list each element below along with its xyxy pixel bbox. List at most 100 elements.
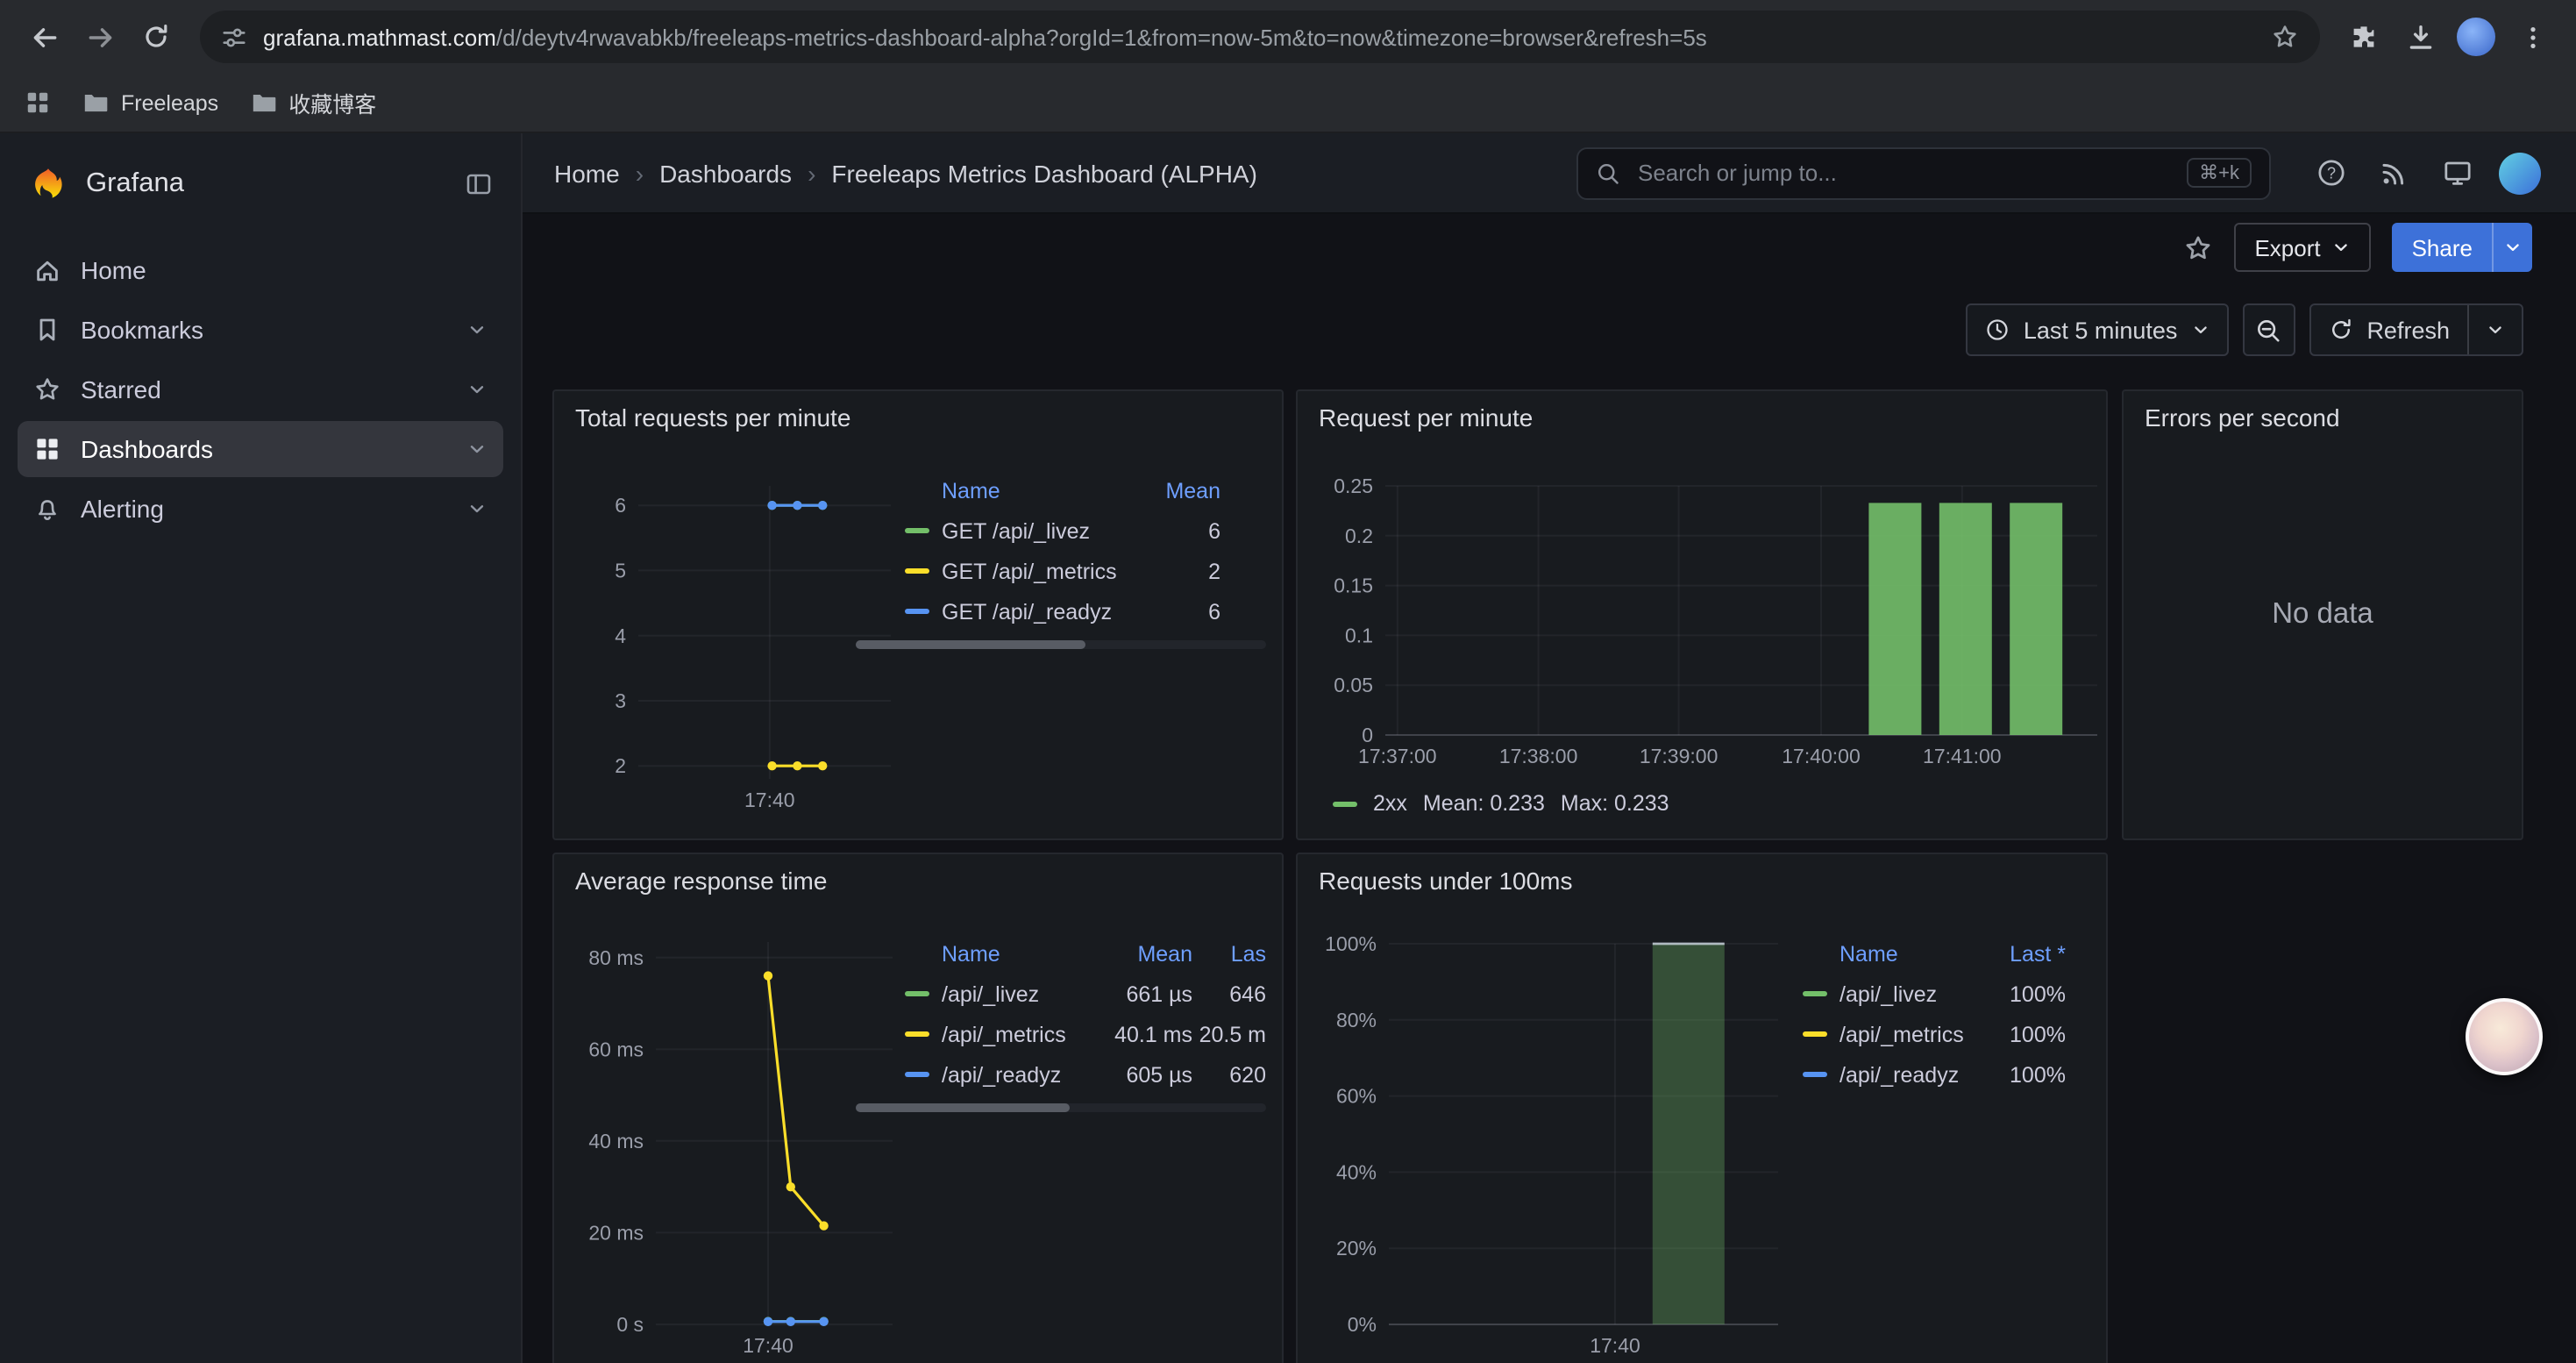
svg-text:17:40: 17:40 (1590, 1334, 1640, 1357)
panel-title[interactable]: Requests under 100ms (1319, 867, 1573, 895)
series-name[interactable]: 2xx (1373, 791, 1407, 816)
share-button[interactable]: Share (2393, 223, 2532, 272)
chevron-down-icon (466, 498, 487, 519)
sidebar-item-alerting[interactable]: Alerting (18, 481, 503, 537)
grafana-logo[interactable] (28, 164, 68, 204)
chevron-down-icon (466, 439, 487, 460)
panel-title[interactable]: Request per minute (1319, 403, 1533, 432)
bookmark-folder-freeleaps[interactable]: Freeleaps (82, 89, 218, 116)
series-swatch (1333, 801, 1357, 806)
series-name[interactable]: /api/_livez (1839, 981, 1937, 1006)
sidebar-item-bookmarks[interactable]: Bookmarks (18, 302, 503, 358)
search-input[interactable] (1634, 158, 2173, 188)
browser-menu-button[interactable] (2506, 11, 2558, 63)
bookmark-folder-blogs[interactable]: 收藏博客 (250, 86, 376, 119)
sidebar-item-label: Starred (81, 375, 161, 403)
collapse-sidebar-button[interactable] (465, 170, 493, 198)
legend-col-last[interactable]: Last * (1975, 942, 2066, 967)
search-box[interactable]: ⌘+k (1576, 146, 2271, 199)
sidebar-item-home[interactable]: Home (18, 242, 503, 298)
browser-reload-button[interactable] (130, 11, 182, 63)
url-path: /d/deytv4rwavabkb/freeleaps-metrics-dash… (496, 24, 1707, 50)
url-text: grafana.mathmast.com/d/deytv4rwavabkb/fr… (263, 24, 2255, 50)
svg-text:2: 2 (615, 754, 626, 777)
sidebar-item-label: Bookmarks (81, 316, 203, 344)
extensions-button[interactable] (2338, 11, 2390, 63)
address-bar[interactable]: grafana.mathmast.com/d/deytv4rwavabkb/fr… (200, 11, 2320, 63)
legend-row[interactable]: /api/_metrics 100% (1803, 1014, 2066, 1054)
series-last: 100% (1975, 1062, 2066, 1087)
series-name[interactable]: /api/_readyz (942, 1062, 1061, 1087)
display-button[interactable] (2432, 148, 2481, 197)
grafana-header: Home › Dashboards › Freeleaps Metrics Da… (523, 133, 2576, 214)
series-name[interactable]: /api/_readyz (1839, 1062, 1959, 1087)
sidebar-item-starred[interactable]: Starred (18, 361, 503, 417)
series-mean: Mean: 0.233 (1423, 791, 1545, 816)
sidebar-item-label: Alerting (81, 495, 164, 523)
help-button[interactable]: ? (2306, 148, 2355, 197)
refresh-interval-button[interactable] (2487, 321, 2504, 339)
panel-title[interactable]: Total requests per minute (575, 403, 850, 432)
legend-row[interactable]: GET /api/_readyz 6 (905, 591, 1220, 632)
legend-row[interactable]: /api/_livez 661 µs 646 (905, 974, 1266, 1014)
legend-row[interactable]: /api/_readyz 100% (1803, 1054, 2066, 1095)
under-100ms-chart[interactable]: 0%20%40%60%80%100%17:40 (1312, 914, 1803, 1363)
svg-text:80%: 80% (1336, 1009, 1377, 1031)
series-name[interactable]: GET /api/_metrics (942, 559, 1117, 583)
downloads-button[interactable] (2394, 11, 2446, 63)
floating-avatar[interactable] (2466, 998, 2543, 1075)
chevron-down-icon (466, 379, 487, 400)
share-label: Share (2393, 223, 2492, 272)
series-name[interactable]: /api/_livez (942, 981, 1039, 1006)
legend-row[interactable]: GET /api/_metrics 2 (905, 551, 1220, 591)
share-menu-button[interactable] (2492, 223, 2532, 272)
series-name[interactable]: /api/_metrics (942, 1022, 1066, 1046)
total-requests-chart[interactable]: 2345617:40 (568, 451, 901, 835)
legend-col-name[interactable]: Name (1839, 942, 1975, 967)
series-name[interactable]: /api/_metrics (1839, 1022, 1964, 1046)
svg-text:60%: 60% (1336, 1085, 1377, 1108)
panel-title[interactable]: Average response time (575, 867, 827, 895)
bookmark-label: Freeleaps (121, 90, 218, 115)
apps-grid-button[interactable] (25, 89, 51, 116)
series-name[interactable]: GET /api/_readyz (942, 599, 1112, 624)
request-rate-chart[interactable]: 00.050.10.150.20.2517:37:0017:38:0017:39… (1312, 461, 2101, 795)
legend-row[interactable]: /api/_metrics 40.1 ms 20.5 m (905, 1014, 1266, 1054)
legend-col-last[interactable]: Las (1192, 942, 1266, 967)
svg-text:0%: 0% (1348, 1313, 1377, 1336)
legend-col-name[interactable]: Name (942, 942, 1098, 967)
zoom-out-time-button[interactable] (2242, 303, 2295, 356)
legend-row[interactable]: GET /api/_livez 6 (905, 510, 1220, 551)
legend-col-mean[interactable]: Mean (1133, 479, 1220, 503)
series-name[interactable]: GET /api/_livez (942, 518, 1090, 543)
news-button[interactable] (2369, 148, 2418, 197)
favorite-dashboard-button[interactable] (2182, 232, 2212, 262)
export-button[interactable]: Export (2233, 223, 2371, 272)
browser-forward-button[interactable] (74, 11, 126, 63)
download-icon (2405, 22, 2435, 52)
breadcrumb-dashboards[interactable]: Dashboards (659, 159, 792, 187)
scrollbar-thumb[interactable] (856, 640, 1085, 649)
browser-profile-button[interactable] (2450, 11, 2502, 63)
series-mean: 661 µs (1098, 981, 1192, 1006)
time-range-picker[interactable]: Last 5 minutes (1966, 303, 2229, 356)
scrollbar-thumb[interactable] (856, 1103, 1069, 1112)
sidebar-item-dashboards[interactable]: Dashboards (18, 421, 503, 477)
browser-back-button[interactable] (18, 11, 70, 63)
legend-row[interactable]: /api/_livez 100% (1803, 974, 2066, 1014)
series-last: 646 (1192, 981, 1266, 1006)
legend-line[interactable]: 2xx Mean: 0.233 Max: 0.233 (1333, 791, 1669, 816)
bookmark-star-icon[interactable] (2271, 23, 2299, 51)
chevron-down-icon (466, 319, 487, 340)
svg-text:17:39:00: 17:39:00 (1640, 745, 1719, 767)
svg-text:100%: 100% (1325, 932, 1377, 955)
legend-col-mean[interactable]: Mean (1098, 942, 1192, 967)
legend-row[interactable]: /api/_readyz 605 µs 620 (905, 1054, 1266, 1095)
refresh-button[interactable]: Refresh (2309, 303, 2523, 356)
breadcrumb-home[interactable]: Home (554, 159, 620, 187)
user-menu-button[interactable] (2495, 148, 2544, 197)
site-settings-icon[interactable] (221, 24, 247, 50)
avg-response-chart[interactable]: 0 s20 ms40 ms60 ms80 ms17:40 (568, 914, 910, 1363)
legend-table: Name Last * /api/_livez 100% /api/_metri… (1803, 935, 2066, 1095)
legend-col-name[interactable]: Name (942, 479, 1133, 503)
